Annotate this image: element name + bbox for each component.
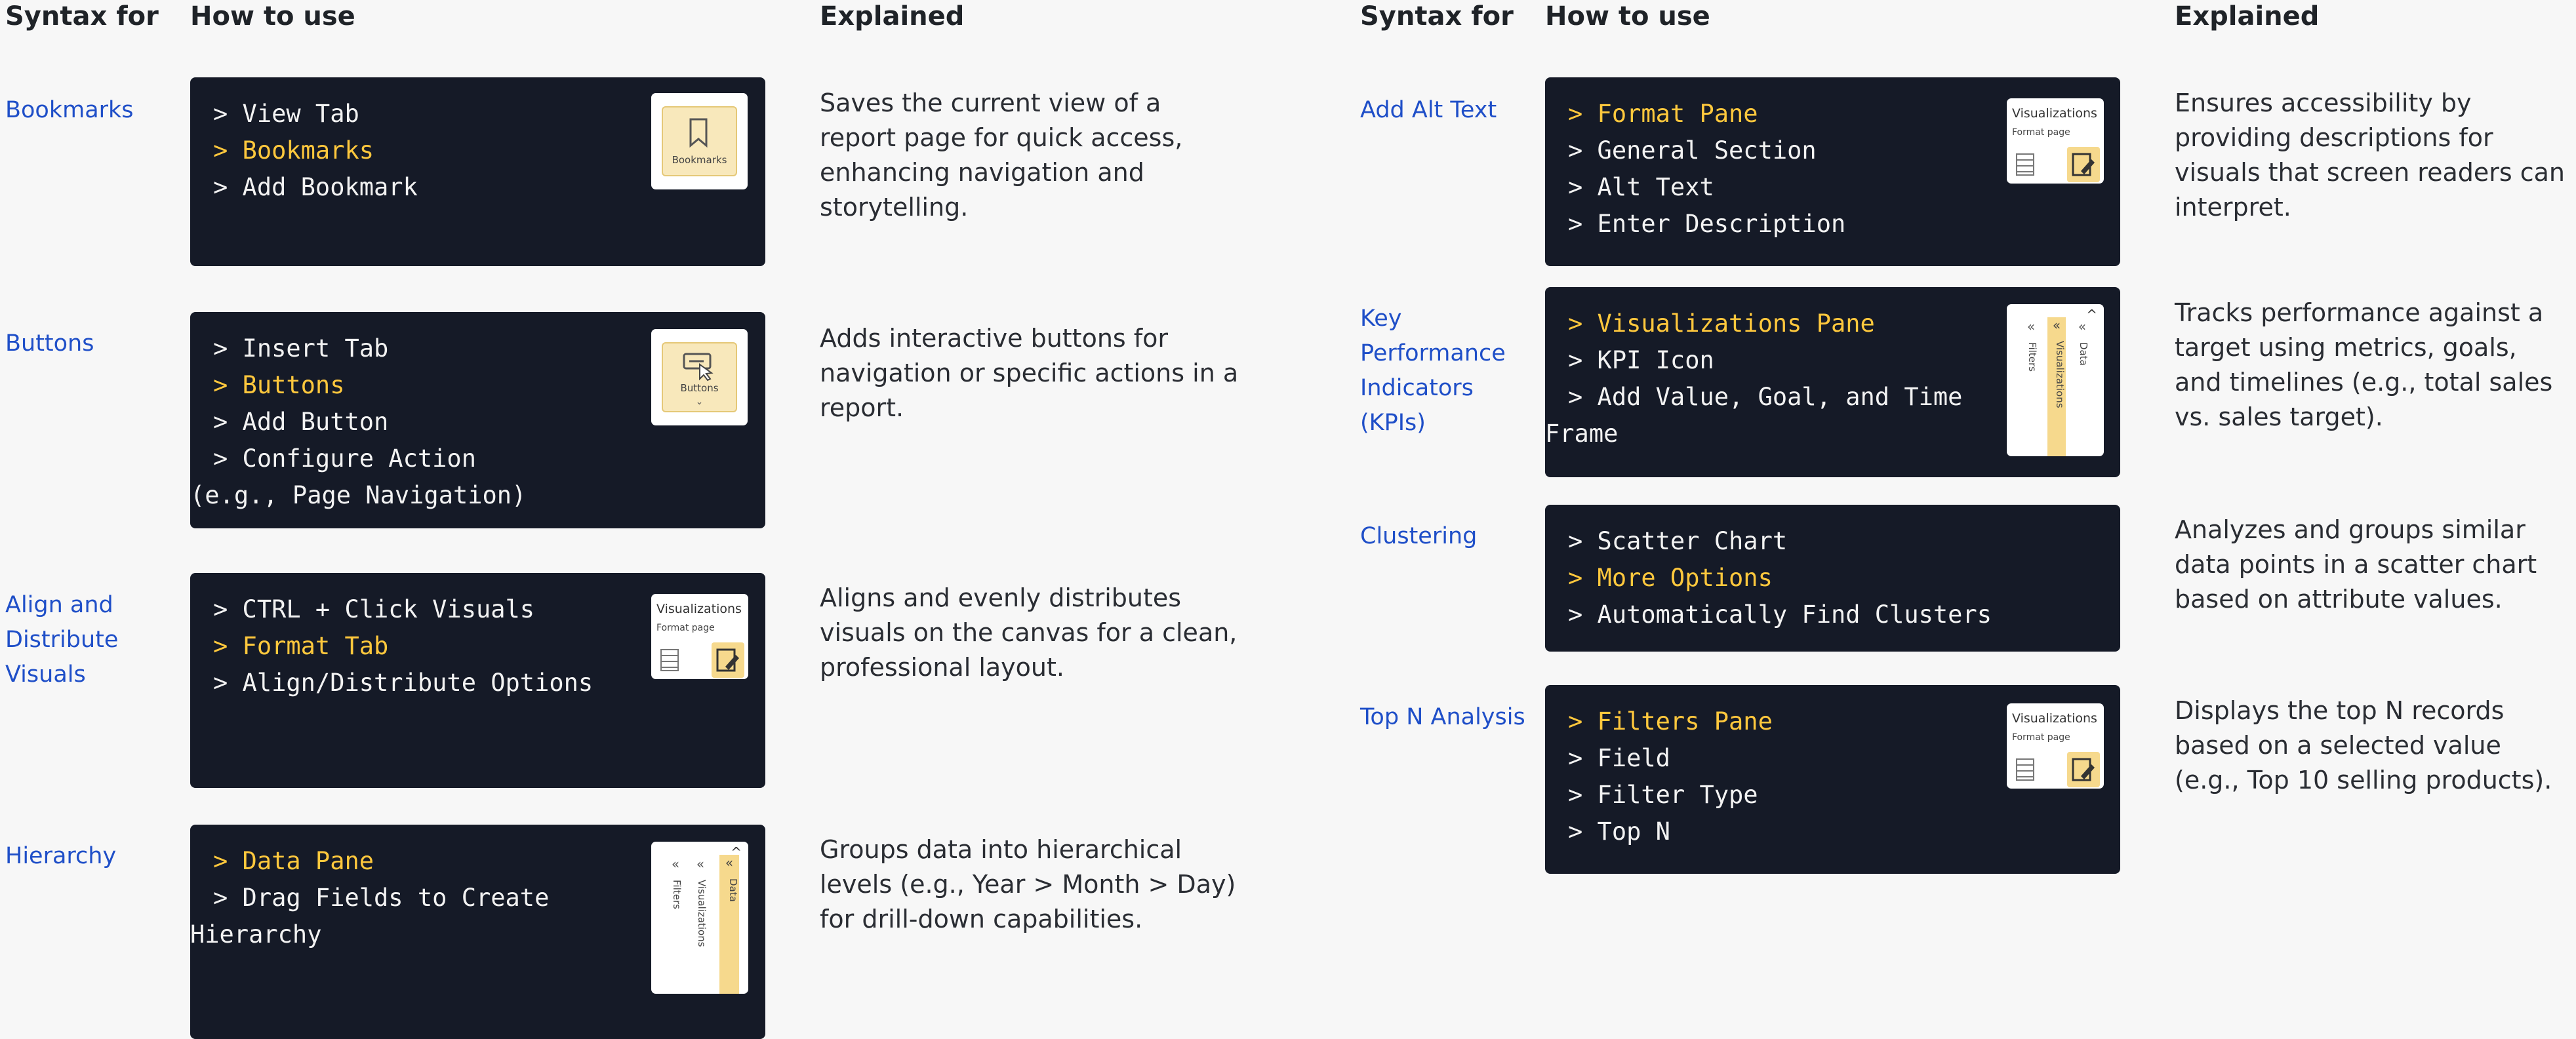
explained-kpis: Tracks performance against a target usin… (2175, 298, 2553, 431)
explained-bookmarks: Saves the current view of a report page … (820, 88, 1183, 222)
step-line: > Automatically Find Clusters (1568, 600, 1992, 629)
step-line: (e.g., Page Navigation) (190, 481, 527, 509)
code-box-buttons: > Insert Tab > Buttons > Add Button > Co… (190, 312, 765, 528)
step-line: > Enter Description (1568, 210, 1846, 238)
chevron-down-icon: ⌄ (695, 397, 704, 407)
table-icon (660, 649, 679, 671)
table-icon (2016, 153, 2034, 176)
buttons-thumbnail: Buttons ⌄ (651, 329, 748, 425)
code-box-add-alt-text: > Format Pane > General Section > Alt Te… (1545, 77, 2120, 266)
data-label: Data (727, 878, 739, 902)
data-pane-tab: « Data (719, 855, 739, 994)
bookmark-thumbnail: Bookmarks (651, 93, 748, 189)
buttons-icon (683, 353, 714, 382)
header-syntax-for-right: Syntax for (1360, 1, 1514, 31)
explained-add-alt-text: Ensures accessibility by providing descr… (2175, 88, 2566, 222)
panel-title: Visualizations (656, 602, 742, 616)
format-pane-thumbnail: Visualizations Format page (2007, 98, 2104, 184)
collapse-icon: « (2026, 319, 2036, 334)
header-how-to-use-right: How to use (1545, 1, 1710, 31)
explained-hierarchy: Groups data into hierarchical levels (e.… (820, 835, 1236, 933)
step-line-highlight: > More Options (1568, 564, 1773, 592)
step-line: > Configure Action (213, 444, 476, 473)
filters-label: Filters (671, 880, 683, 909)
panel-subtitle: Format page (2012, 732, 2070, 743)
visualizations-pane-tab: « Visualizations (2047, 317, 2066, 456)
collapse-icon: « (696, 856, 705, 872)
header-explained-left: Explained (820, 1, 965, 31)
syntax-label-clustering[interactable]: Clustering (1360, 519, 1531, 554)
visualizations-label: Visualizations (696, 880, 708, 947)
code-box-top-n: > Filters Pane > Field > Filter Type > T… (1545, 685, 2120, 874)
data-label: Data (2078, 342, 2089, 366)
code-box-kpis: > Visualizations Pane > KPI Icon > Add V… (1545, 287, 2120, 477)
explained-clustering: Analyzes and groups similar data points … (2175, 515, 2537, 614)
code-box-bookmarks: > View Tab > Bookmarks > Add Bookmark Bo… (190, 77, 765, 266)
format-visual-icon (2067, 752, 2100, 787)
buttons-caption: Buttons (680, 382, 719, 394)
visualizations-pane-thumbnail: ^ « Filters « Visualizations « Data (2007, 304, 2104, 456)
header-how-to-use-left: How to use (190, 1, 355, 31)
bookmark-caption: Bookmarks (672, 154, 727, 166)
bookmark-icon (689, 118, 708, 148)
syntax-label-buttons[interactable]: Buttons (5, 326, 163, 361)
filters-pane-tab: « Filters (668, 856, 683, 981)
panel-title: Visualizations (2012, 711, 2097, 726)
collapse-icon: « (671, 856, 680, 872)
data-pane-thumbnail: ^ « Filters « Visualizations « Data (651, 842, 748, 994)
syntax-label-kpis[interactable]: Key Performance Indicators (KPIs) (1360, 302, 1511, 441)
collapse-icon: « (2078, 319, 2087, 334)
format-visual-icon (2067, 147, 2100, 182)
panel-subtitle: Format page (656, 623, 715, 633)
syntax-label-add-alt-text[interactable]: Add Alt Text (1360, 93, 1531, 128)
syntax-label-top-n[interactable]: Top N Analysis (1360, 700, 1531, 735)
collapse-icon: « (725, 855, 734, 871)
panel-subtitle: Format page (2012, 127, 2070, 138)
filters-label: Filters (2026, 342, 2038, 372)
panel-title: Visualizations (2012, 106, 2097, 121)
visualizations-pane-tab: « Visualizations (693, 856, 708, 981)
step-line: > Top N (1568, 817, 1670, 846)
filters-pane-tab: « Filters (2024, 319, 2038, 443)
format-pane-thumbnail: Visualizations Format page (651, 594, 748, 679)
visualizations-label: Visualizations (2054, 341, 2066, 408)
data-pane-tab: « Data (2075, 319, 2089, 443)
collapse-icon: « (2052, 317, 2061, 333)
step-line: > Scatter Chart (1568, 527, 1788, 555)
code-box-align-distribute: > CTRL + Click Visuals > Format Tab > Al… (190, 573, 765, 788)
syntax-label-bookmarks[interactable]: Bookmarks (5, 93, 163, 128)
header-explained-right: Explained (2175, 1, 2320, 31)
table-icon (2016, 758, 2034, 781)
syntax-label-hierarchy[interactable]: Hierarchy (5, 839, 163, 874)
explained-buttons: Adds interactive buttons for navigation … (820, 324, 1239, 422)
code-box-clustering: > Scatter Chart > More Options > Automat… (1545, 505, 2120, 652)
explained-align-distribute: Aligns and evenly distributes visuals on… (820, 583, 1238, 682)
format-visual-icon (712, 642, 744, 678)
syntax-label-align-distribute[interactable]: Align and Distribute Visuals (5, 588, 136, 692)
explained-top-n: Displays the top N records based on a se… (2175, 696, 2552, 794)
code-box-hierarchy: > Data Pane > Drag Fields to Create Hier… (190, 825, 765, 1039)
header-syntax-for-left: Syntax for (5, 1, 159, 31)
format-pane-thumbnail: Visualizations Format page (2007, 703, 2104, 789)
